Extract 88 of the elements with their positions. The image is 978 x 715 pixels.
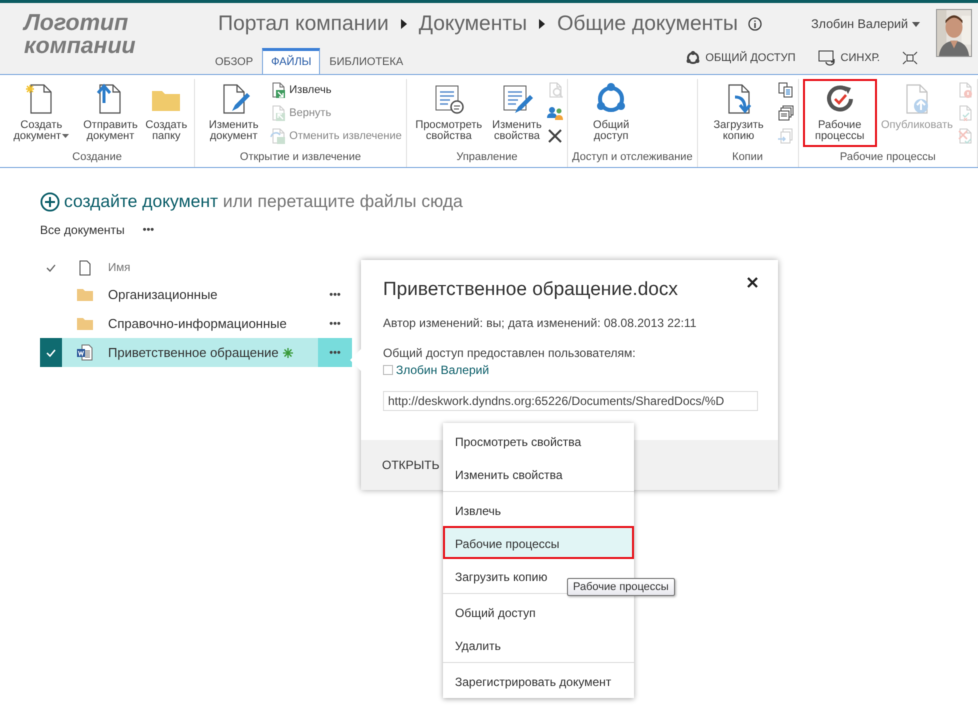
group-label: Копии: [731, 151, 764, 165]
file-link[interactable]: Справочно-информационные: [108, 316, 287, 331]
row-checkbox[interactable]: [40, 338, 62, 367]
close-button[interactable]: [547, 127, 564, 145]
ribbon-button[interactable]: Загрузить копию: [702, 79, 776, 147]
ribbon-button[interactable]: Просмотреть свойства: [410, 79, 487, 147]
add-icon[interactable]: [40, 192, 60, 212]
caret-icon: [912, 22, 920, 26]
share-icon: [595, 83, 628, 115]
group-label: Управление: [455, 151, 518, 165]
menu-item[interactable]: Удалить: [443, 628, 513, 661]
view-selector[interactable]: Все документы: [40, 223, 125, 237]
more-button[interactable]: •••: [142, 224, 154, 236]
close-icon: [547, 128, 564, 144]
checkbox[interactable]: [383, 365, 393, 375]
callout-title: Приветственное обращение.docx: [383, 279, 678, 301]
menu-item[interactable]: Общий доступ: [443, 595, 548, 628]
properties-pencil-icon: [500, 83, 533, 115]
group-label: Открытие и извлечение: [238, 151, 362, 165]
column-header[interactable]: Имя: [108, 262, 130, 274]
file-link[interactable]: Организационные: [108, 287, 218, 302]
ribbon-button[interactable]: Создать папку: [142, 79, 190, 147]
document-check-icon: [956, 105, 973, 121]
group-label: Создание: [71, 151, 123, 165]
menu-item[interactable]: Зарегистрировать документ: [443, 664, 624, 697]
documents-button[interactable]: [778, 104, 794, 122]
ribbon-button[interactable]: Общий доступ: [572, 79, 650, 147]
menu-item[interactable]: Рабочие процессы: [443, 526, 634, 559]
document-icon: [79, 260, 91, 276]
menu-item[interactable]: Загрузить копию: [443, 559, 560, 592]
more-button[interactable]: •••: [329, 288, 341, 300]
ribbon-tab[interactable]: БИБЛИОТЕКА: [320, 48, 412, 74]
file-link[interactable]: Приветственное обращение: [108, 345, 279, 360]
menu-item[interactable]: Извлечь: [443, 493, 514, 526]
ribbon-button[interactable]: Создать документ: [4, 79, 79, 147]
breadcrumb-link[interactable]: Документы: [418, 12, 528, 36]
checkmark-icon: [46, 348, 56, 356]
breadcrumb-link[interactable]: Портал компании: [218, 12, 389, 36]
sync-icon: [818, 50, 836, 66]
checkmark-icon[interactable]: [46, 264, 56, 272]
document-arrow-icon: [778, 128, 794, 144]
tooltip: Рабочие процессы: [567, 578, 675, 596]
user-menu[interactable]: Злобин Валерий: [811, 17, 920, 31]
close-icon[interactable]: [747, 277, 758, 288]
group-label: Доступ и отслеживание: [572, 151, 693, 165]
more-button[interactable]: •••: [329, 318, 341, 330]
people-icon: [547, 105, 564, 121]
action-button[interactable]: СИНХР.: [818, 50, 880, 66]
copy-icon: [778, 82, 794, 98]
magnifier-icon: [547, 82, 564, 98]
shared-label: Общий доступ предоставлен пользователям:: [383, 346, 637, 360]
document-arrow-icon: [270, 105, 286, 121]
user-link[interactable]: Злобин Валерий: [396, 363, 490, 377]
url-field[interactable]: http://deskwork.dyndns.org:65226/Documents/SharedDocs/%D: [383, 391, 758, 411]
group-label: Рабочие процессы: [838, 151, 937, 165]
menu-item[interactable]: Просмотреть свойства: [443, 424, 594, 457]
folder-icon: [77, 288, 93, 301]
ribbon-button[interactable]: Изменить документ: [199, 79, 268, 147]
copy-button[interactable]: [778, 81, 794, 99]
document-cross-icon: [956, 128, 973, 144]
modified-info: Автор изменений: вы; дата изменений: 08.08.2013 22:11: [383, 316, 698, 330]
share-icon: [686, 51, 700, 65]
ribbon-tab[interactable]: ФАЙЛЫ: [262, 48, 320, 74]
people-button[interactable]: [547, 104, 564, 122]
create-document-link[interactable]: создайте документ: [64, 191, 218, 211]
ribbon-tab[interactable]: ОБЗОР: [206, 48, 262, 74]
documents-icon: [778, 105, 794, 121]
document-stop-icon: [956, 82, 973, 98]
ribbon-button[interactable]: Отправить документ: [80, 79, 140, 147]
more-button[interactable]: •••: [329, 346, 341, 358]
folder-icon: [77, 317, 93, 330]
focus-icon[interactable]: [902, 51, 918, 65]
ribbon-button[interactable]: Изменить свойства: [488, 79, 546, 147]
open-button[interactable]: ОТКРЫТЬ: [382, 458, 440, 472]
properties-icon: [432, 83, 465, 115]
document-arrow-icon: [270, 82, 286, 98]
menu-item[interactable]: Изменить свойства: [443, 457, 574, 490]
breadcrumb-arrow-icon: [537, 17, 548, 31]
breadcrumb-arrow-icon: [398, 17, 409, 31]
ribbon-button[interactable]: Извлечь: [270, 81, 402, 99]
info-icon[interactable]: [748, 17, 762, 31]
ribbon-button[interactable]: Рабочие процессы: [802, 79, 877, 147]
upload-hint: создайте документ или перетащите файлы сюда: [64, 191, 463, 212]
logo-text: Логотип компании: [22, 8, 137, 60]
word-document-icon: [77, 344, 93, 361]
breadcrumb-link[interactable]: Общие документы: [557, 12, 738, 36]
document-undo-icon: [270, 128, 286, 144]
action-button[interactable]: ОБЩИЙ ДОСТУП: [686, 51, 796, 65]
